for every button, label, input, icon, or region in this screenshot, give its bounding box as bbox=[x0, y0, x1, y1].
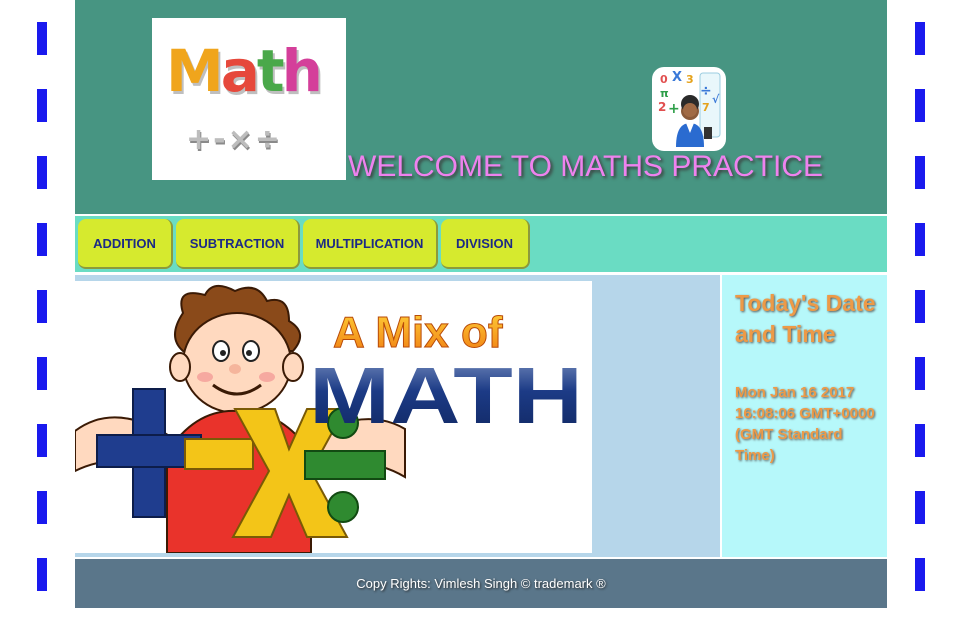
svg-text:2: 2 bbox=[658, 100, 666, 114]
copyright-text: Copy Rights: Vimlesh Singh © trademark ® bbox=[356, 576, 606, 591]
banner-svg: A Mix of MATH bbox=[75, 284, 583, 553]
date-time-panel: Today's Date and Time Mon Jan 16 2017 16… bbox=[722, 275, 887, 557]
left-dashed-border bbox=[37, 0, 47, 620]
svg-text:÷: ÷ bbox=[700, 83, 712, 99]
footer: Copy Rights: Vimlesh Singh © trademark ® bbox=[75, 559, 887, 608]
svg-text:3: 3 bbox=[686, 73, 694, 86]
math-teacher-icon: 0 X 3 π ÷ 2 + 7 √ bbox=[652, 67, 726, 151]
right-dashed-border bbox=[915, 0, 925, 620]
svg-text:X: X bbox=[672, 70, 682, 85]
math-teacher-svg: 0 X 3 π ÷ 2 + 7 √ bbox=[658, 70, 721, 147]
logo-letter: h bbox=[281, 37, 323, 105]
current-datetime: Mon Jan 16 2017 16:08:06 GMT+0000 (GMT S… bbox=[735, 384, 875, 464]
content-area: A Mix of MATH Today's Date and Time Mon … bbox=[75, 275, 887, 557]
math-logo-icon: Math +-×÷ bbox=[152, 18, 346, 180]
header: Math +-×÷ 0 X 3 π ÷ 2 + 7 √ WELCOME TO M… bbox=[75, 0, 887, 214]
addition-button[interactable]: ADDITION bbox=[78, 219, 173, 269]
date-time-heading: Today's Date and Time bbox=[735, 290, 876, 347]
svg-text:7: 7 bbox=[702, 101, 710, 114]
division-button[interactable]: DIVISION bbox=[441, 219, 530, 269]
svg-text:√: √ bbox=[712, 93, 720, 106]
svg-text:0: 0 bbox=[660, 73, 668, 86]
logo-letter: M bbox=[166, 37, 224, 105]
page-container: Math +-×÷ 0 X 3 π ÷ 2 + 7 √ WELCOME TO M… bbox=[75, 0, 887, 608]
logo-letter: a bbox=[220, 37, 260, 105]
math-boy-illustration: A Mix of MATH bbox=[75, 281, 592, 553]
banner-line1: A Mix of bbox=[333, 308, 503, 357]
subtraction-button[interactable]: SUBTRACTION bbox=[176, 219, 300, 269]
logo-letter: t bbox=[256, 37, 285, 105]
logo-word: Math bbox=[166, 42, 323, 100]
svg-text:+: + bbox=[668, 101, 680, 117]
main-panel: A Mix of MATH bbox=[75, 275, 720, 557]
banner-line2: MATH bbox=[309, 351, 583, 440]
logo-operators: +-×÷ bbox=[186, 122, 282, 157]
svg-text:π: π bbox=[660, 87, 669, 100]
page-title: WELCOME TO MATHS PRACTICE bbox=[348, 150, 824, 183]
multiplication-button[interactable]: MULTIPLICATION bbox=[303, 219, 438, 269]
main-navigation: ADDITION SUBTRACTION MULTIPLICATION DIVI… bbox=[75, 216, 887, 272]
